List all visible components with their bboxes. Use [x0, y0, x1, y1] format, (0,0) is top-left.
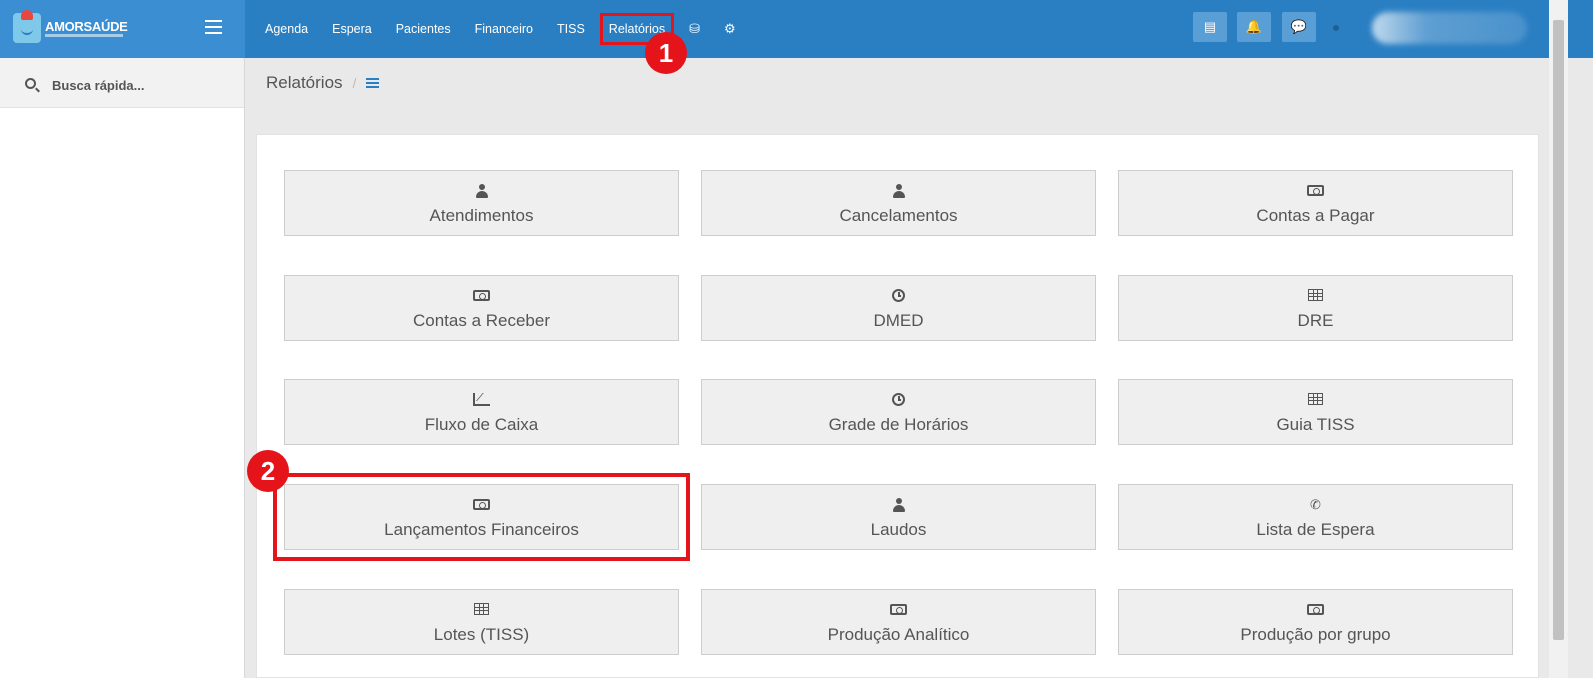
search-input[interactable]: Busca rápida... [52, 78, 144, 93]
nav-pacientes[interactable]: Pacientes [396, 22, 451, 36]
report-label: Laudos [870, 520, 927, 539]
report-label: Lotes (TISS) [433, 625, 530, 644]
nav-agenda[interactable]: Agenda [265, 22, 308, 36]
money-icon [1307, 604, 1324, 615]
report-grade-de-horarios[interactable]: Grade de Horários [701, 379, 1096, 445]
report-lancamentos-financeiros[interactable]: Lançamentos Financeiros [273, 473, 690, 561]
clock-icon [892, 289, 905, 302]
scrollbar-thumb[interactable] [1553, 20, 1564, 640]
search-icon [25, 78, 36, 89]
top-bar: AMORSAÚDE Agenda Espera Pacientes Financ… [0, 0, 1593, 58]
gear-icon[interactable]: ⚙ [724, 21, 736, 37]
sidebar: Busca rápida... [0, 58, 245, 678]
money-icon [473, 499, 490, 510]
page-title: Relatórios [266, 73, 343, 92]
brand-name[interactable]: AMORSAÚDE [45, 19, 128, 34]
nav-espera[interactable]: Espera [332, 22, 372, 36]
phone-icon: ✆ [1310, 497, 1321, 512]
clock-icon [892, 393, 905, 406]
report-producao-analitico[interactable]: Produção Analítico [701, 589, 1096, 655]
reports-panel: Atendimentos Cancelamentos Contas a Paga… [256, 134, 1539, 678]
report-label: Grade de Horários [828, 415, 969, 434]
nav-financeiro[interactable]: Financeiro [475, 22, 533, 36]
menu-toggle-icon[interactable] [205, 20, 222, 34]
report-label: Produção por grupo [1240, 625, 1391, 644]
report-lotes-tiss[interactable]: Lotes (TISS) [284, 589, 679, 655]
brand-area: AMORSAÚDE [0, 0, 245, 58]
step-2-callout: 2 [247, 450, 289, 492]
money-icon [890, 604, 907, 615]
user-doctor-icon [892, 184, 906, 198]
report-cancelamentos[interactable]: Cancelamentos [701, 170, 1096, 236]
report-atendimentos[interactable]: Atendimentos [284, 170, 679, 236]
user-doctor-icon [475, 184, 489, 198]
report-fluxo-de-caixa[interactable]: Fluxo de Caixa [284, 379, 679, 445]
card-icon[interactable]: ▤ [1193, 12, 1227, 42]
user-profile[interactable] [1372, 12, 1527, 44]
report-guia-tiss[interactable]: Guia TISS [1118, 379, 1513, 445]
money-icon [1307, 185, 1324, 196]
report-producao-por-grupo[interactable]: Produção por grupo [1118, 589, 1513, 655]
quick-search[interactable]: Busca rápida... [0, 58, 244, 108]
report-label: Contas a Pagar [1256, 206, 1375, 225]
breadcrumb: Relatórios / [245, 58, 1549, 108]
report-lista-de-espera[interactable]: ✆ Lista de Espera [1118, 484, 1513, 550]
line-chart-icon [473, 393, 490, 406]
status-dot [1333, 25, 1339, 31]
nav-tiss[interactable]: TISS [557, 22, 585, 36]
report-laudos[interactable]: Laudos [701, 484, 1096, 550]
report-label: Guia TISS [1276, 415, 1355, 434]
report-label: DRE [1297, 311, 1334, 330]
logo-icon [13, 10, 41, 43]
bell-icon[interactable]: 🔔 [1237, 12, 1271, 42]
database-icon[interactable]: ⛁ [689, 21, 700, 37]
breadcrumb-separator: / [352, 75, 357, 91]
report-label: Fluxo de Caixa [424, 415, 539, 434]
report-label: Lista de Espera [1256, 520, 1375, 539]
list-icon[interactable] [366, 78, 380, 88]
report-dmed[interactable]: DMED [701, 275, 1096, 341]
user-doctor-icon [892, 498, 906, 512]
report-label: Atendimentos [429, 206, 534, 225]
brand-tagline-blur [45, 34, 123, 37]
report-contas-a-receber[interactable]: Contas a Receber [284, 275, 679, 341]
report-contas-a-pagar[interactable]: Contas a Pagar [1118, 170, 1513, 236]
money-icon [473, 290, 490, 301]
chat-icon[interactable]: 💬 [1282, 12, 1316, 42]
table-icon [1308, 393, 1323, 405]
report-label: Contas a Receber [412, 311, 551, 330]
table-icon [474, 603, 489, 615]
report-label: Produção Analítico [827, 625, 970, 644]
report-dre[interactable]: DRE [1118, 275, 1513, 341]
table-icon [1308, 289, 1323, 301]
report-label: Cancelamentos [839, 206, 958, 225]
report-label: Lançamentos Financeiros [384, 520, 579, 539]
report-label: DMED [873, 311, 924, 330]
